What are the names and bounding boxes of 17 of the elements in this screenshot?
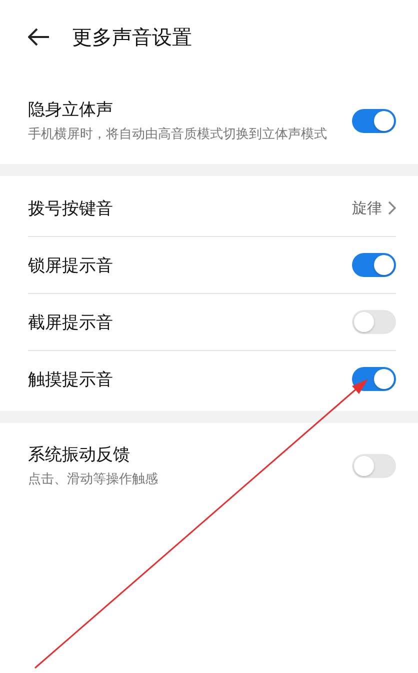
back-icon[interactable]: [28, 28, 50, 46]
toggle-switch[interactable]: [352, 454, 396, 478]
setting-label: 截屏提示音: [28, 312, 113, 334]
setting-label: 隐身立体声: [28, 98, 114, 121]
setting-description: 点击、滑动等操作触感: [28, 470, 158, 489]
setting-label: 锁屏提示音: [28, 254, 113, 276]
setting-label: 系统振动反馈: [28, 444, 131, 466]
toggle-switch[interactable]: [352, 109, 396, 133]
setting-value[interactable]: 旋律: [352, 198, 382, 218]
setting-label: 拨号按键音: [28, 198, 113, 220]
setting-label: 触摸提示音: [28, 368, 113, 390]
toggle-switch[interactable]: [352, 367, 396, 391]
page-title: 更多声音设置: [72, 24, 192, 50]
toggle-switch[interactable]: [352, 253, 396, 277]
chevron-right-icon: [388, 201, 396, 215]
toggle-switch[interactable]: [352, 310, 396, 334]
setting-description: 手机横屏时，将自动由高音质模式切换到立体声模式: [28, 126, 327, 144]
